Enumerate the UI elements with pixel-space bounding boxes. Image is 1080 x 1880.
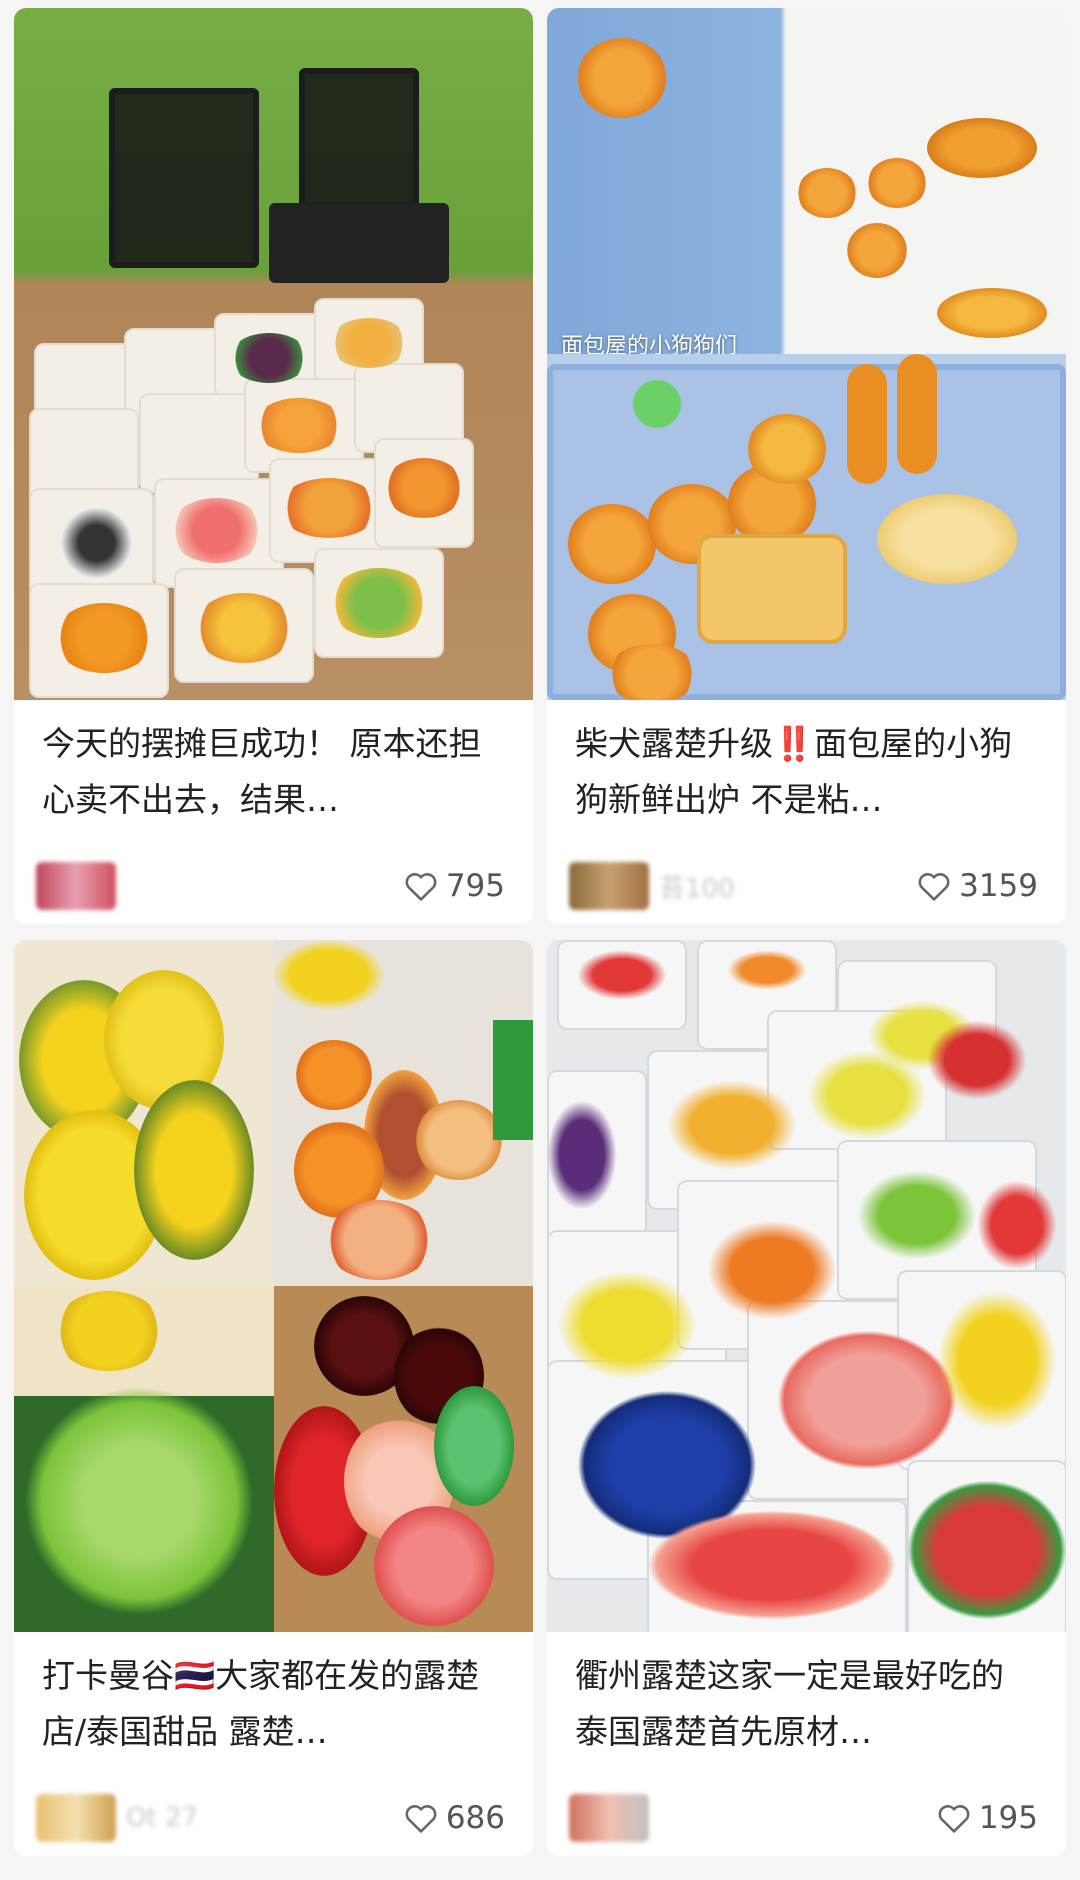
note-card[interactable]: 衢州露楚这家一定是最好吃的 泰国露楚首先原材… 195 [547,940,1066,1856]
note-feed: 今天的摆摊巨成功！ 原本还担心卖不出去，结果… 795 面包屋的小狗狗们 柴犬露… [0,0,1080,1880]
note-cover-image[interactable] [14,8,533,700]
note-title[interactable]: 今天的摆摊巨成功！ 原本还担心卖不出去，结果… [14,700,533,848]
note-meta: 苔100 3159 [547,848,1066,924]
note-title[interactable]: 柴犬露楚升级‼️面包屋的小狗狗新鲜出炉 不是粘… [547,700,1066,848]
like-count: 686 [445,1800,505,1836]
heart-icon [918,873,950,901]
image-caption: 面包屋的小狗狗们 [561,334,738,354]
alien-toy-image [627,374,687,434]
author-name[interactable]: 苔100 [659,868,769,905]
note-card[interactable]: 面包屋的小狗狗们 柴犬露楚升级‼️面包屋的小狗狗新鲜出炉 不是粘… 苔100 3… [547,8,1066,924]
note-title[interactable]: 衢州露楚这家一定是最好吃的 泰国露楚首先原材… [547,1632,1066,1780]
heart-icon [938,1805,970,1833]
heart-icon [405,1805,437,1833]
like-button[interactable]: 686 [404,1800,505,1836]
note-cover-image[interactable] [547,940,1066,1632]
avatar[interactable] [569,1794,649,1842]
like-count: 3159 [959,868,1038,904]
note-meta: Ot 27 686 [14,1780,533,1856]
author-info[interactable] [569,1794,769,1842]
note-meta: 795 [14,848,533,924]
author-info[interactable] [36,862,236,910]
heart-icon [405,873,437,901]
author-info[interactable]: Ot 27 [36,1794,236,1842]
note-cover-image[interactable]: 面包屋的小狗狗们 [547,8,1066,700]
note-title[interactable]: 打卡曼谷🇹🇭大家都在发的露楚店/泰国甜品 露楚… [14,1632,533,1780]
speaker-box-image [269,203,449,283]
chair-image [109,88,259,268]
author-name[interactable]: Ot 27 [126,1803,236,1833]
note-card[interactable]: 打卡曼谷🇹🇭大家都在发的露楚店/泰国甜品 露楚… Ot 27 686 [14,940,533,1856]
author-info[interactable]: 苔100 [569,862,769,910]
like-count: 795 [445,868,505,904]
note-meta: 195 [547,1780,1066,1856]
avatar[interactable] [569,862,649,910]
avatar[interactable] [36,862,116,910]
like-count: 195 [978,1800,1038,1836]
like-button[interactable]: 195 [937,1800,1038,1836]
note-cover-image[interactable] [14,940,533,1632]
chair-image [299,68,419,208]
note-card[interactable]: 今天的摆摊巨成功！ 原本还担心卖不出去，结果… 795 [14,8,533,924]
like-button[interactable]: 3159 [917,868,1038,904]
avatar[interactable] [36,1794,116,1842]
like-button[interactable]: 795 [404,868,505,904]
